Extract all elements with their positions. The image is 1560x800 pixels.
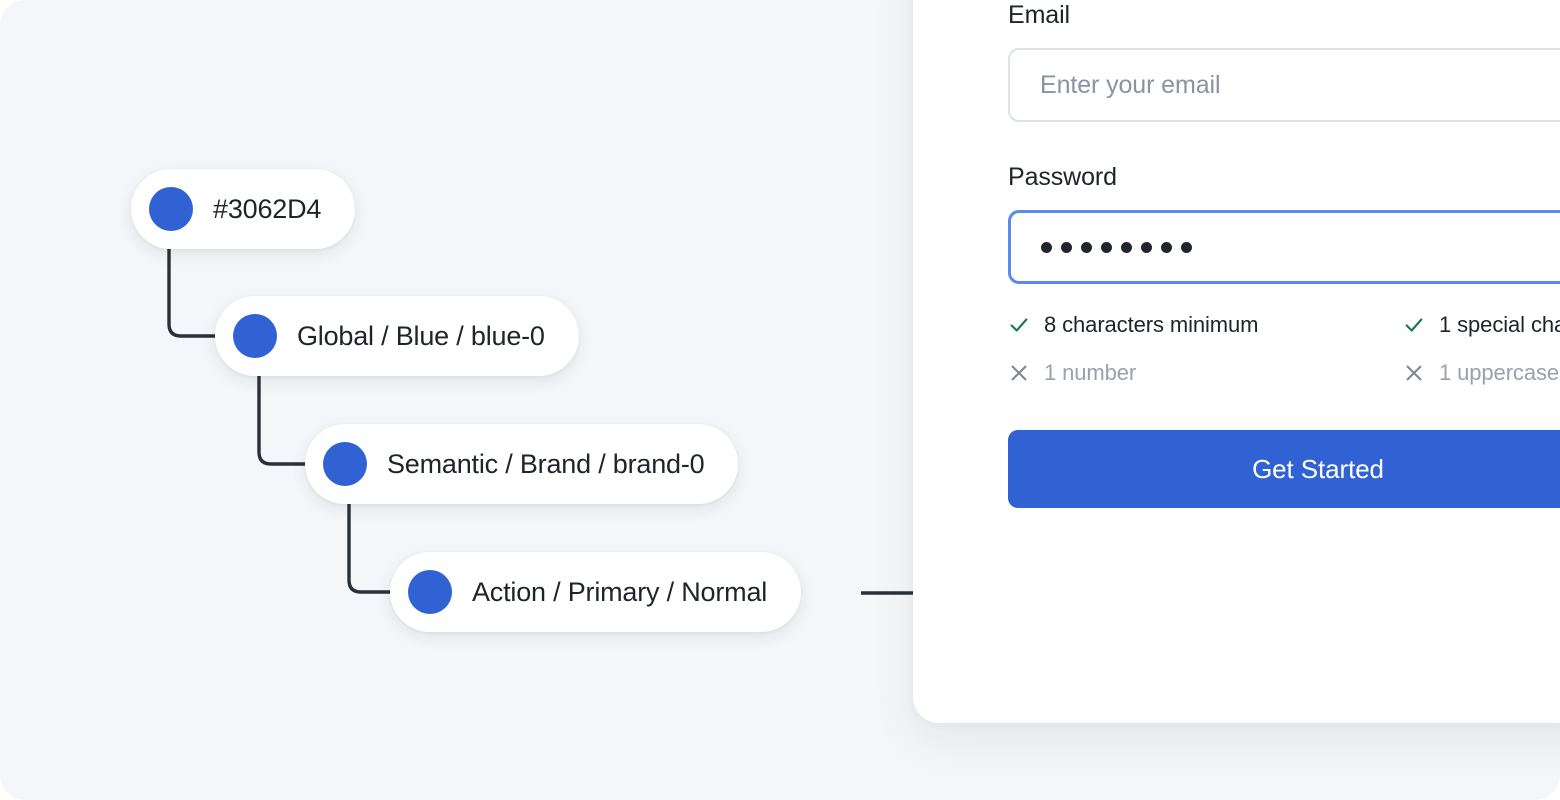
password-requirement-label: 1 special character [1439, 312, 1560, 337]
password-input[interactable] [1008, 210, 1560, 284]
connector-2-3 [347, 504, 391, 594]
email-placeholder-text: Enter your email [1040, 70, 1221, 99]
token-chip-label: Global / Blue / blue-0 [297, 321, 545, 351]
email-label: Email [1008, 1, 1071, 29]
connector-1-2 [257, 376, 306, 466]
token-chip-label: Action / Primary / Normal [472, 577, 768, 607]
signup-form-card: Email Enter your email Password 8 charac… [913, 0, 1560, 723]
form-body: Email Enter your email Password 8 charac… [1008, 0, 1560, 508]
color-swatch-icon [149, 187, 193, 231]
color-swatch-icon [323, 442, 367, 486]
password-requirement-label: 8 characters minimum [1044, 312, 1259, 337]
token-chip-label: Semantic / Brand / brand-0 [387, 449, 705, 479]
token-chip-label: #3062D4 [213, 194, 322, 224]
password-requirement-label: 1 number [1044, 360, 1137, 385]
token-chip-semantic[interactable]: Semantic / Brand / brand-0 [305, 424, 739, 504]
password-requirements-list: 8 characters minimum 1 special character 1… [1008, 312, 1560, 386]
password-label: Password [1008, 163, 1117, 191]
check-icon [1403, 314, 1425, 336]
color-swatch-icon [233, 314, 277, 358]
cross-icon [1403, 362, 1425, 384]
email-field-group: Email Enter your email [1008, 0, 1560, 122]
email-input[interactable]: Enter your email [1008, 48, 1560, 122]
password-masked-value [1041, 241, 1192, 253]
token-chip-hex[interactable]: #3062D4 [131, 169, 356, 249]
password-requirement-label: 1 uppercase letter [1439, 360, 1560, 385]
connector-0-1 [167, 249, 216, 338]
token-chip-global[interactable]: Global / Blue / blue-0 [215, 296, 579, 376]
cross-icon [1008, 362, 1030, 384]
password-requirement-item: 1 special character [1403, 312, 1560, 338]
check-icon [1008, 314, 1030, 336]
password-requirement-item: 1 number [1008, 360, 1403, 386]
color-swatch-icon [408, 570, 452, 614]
password-requirement-item: 8 characters minimum [1008, 312, 1403, 338]
page-root: #3062D4 Global / Blue / blue-0 Semantic … [0, 0, 1560, 800]
get-started-button[interactable]: Get Started [1008, 430, 1560, 508]
token-chip-action[interactable]: Action / Primary / Normal [390, 552, 802, 632]
password-requirement-item: 1 uppercase letter [1403, 360, 1560, 386]
password-field-group: Password [1008, 162, 1560, 284]
